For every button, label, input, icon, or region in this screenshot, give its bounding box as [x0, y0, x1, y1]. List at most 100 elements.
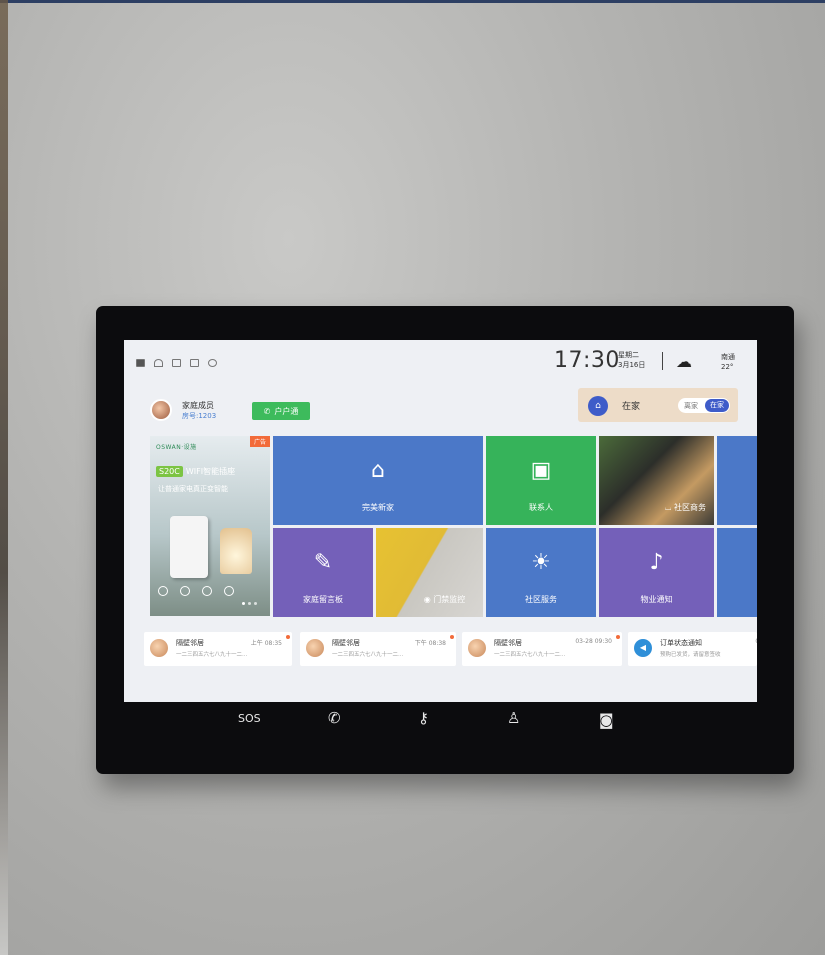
- message-avatar: [306, 639, 324, 657]
- feature-icon: [180, 586, 190, 596]
- ad-brand: OSWAN·设施: [156, 444, 197, 451]
- tile-contacts[interactable]: ▣ 联系人: [486, 436, 596, 525]
- key-icon[interactable]: ⚷: [418, 709, 429, 727]
- carousel-dots: [242, 602, 257, 605]
- phone-icon: ✆: [263, 406, 271, 416]
- lamp-image: [220, 528, 252, 574]
- weather-city: 南通: [721, 353, 735, 361]
- ad-subline: 让普通家电真正变智能: [158, 485, 228, 493]
- home-mode-toggle[interactable]: 离家 在家: [678, 398, 730, 413]
- user-name: 家庭成员: [182, 401, 214, 410]
- status-icons: [136, 359, 217, 367]
- feature-icon: [158, 586, 168, 596]
- ad-headline-row: S20C WIFI智能插座: [156, 466, 235, 477]
- speaker-icon: ◀: [634, 639, 652, 657]
- lightbulb-icon: ☀: [531, 550, 551, 575]
- message-card[interactable]: ◀ 订单状态通知 06 预购已发货，请留意签收: [628, 632, 757, 666]
- clock: 17:30: [554, 348, 620, 373]
- carousel-dot[interactable]: [254, 602, 257, 605]
- tile-label: ◉ 门禁监控: [376, 594, 483, 605]
- user-room: 房号:1203: [182, 412, 217, 420]
- sd-card-icon: [172, 359, 181, 367]
- status-divider: [662, 352, 663, 370]
- device-screen: 17:30 星期二 3月16日 ☁ 南通 22° 家庭成员 房号:1203 ✆ …: [124, 340, 757, 702]
- tile-perfect-home[interactable]: ⌂ 完美新家: [273, 436, 483, 525]
- carousel-dot[interactable]: [242, 602, 245, 605]
- message-sender: 隔壁邻居: [176, 639, 204, 647]
- tile-label: 联系人: [529, 503, 553, 512]
- ad-feature-icons: [158, 586, 234, 596]
- wall-edge: [0, 0, 8, 955]
- carousel-dot[interactable]: [248, 602, 251, 605]
- ad-tag: 广告: [249, 436, 270, 447]
- edit-note-icon: ✎: [313, 550, 333, 575]
- unread-dot: [616, 635, 620, 639]
- home-mode-panel: ⌂ 在家 离家 在家: [578, 388, 738, 422]
- message-time: 03-28 09:30: [575, 638, 612, 645]
- feature-icon: [224, 586, 234, 596]
- message-sender: 隔壁邻居: [332, 639, 360, 647]
- message-preview: 预购已发货，请留意签收: [660, 652, 721, 658]
- message-card[interactable]: 隔壁邻居 上午 08:35 一二三四五六七八九十一二...: [144, 632, 292, 666]
- message-time: 06: [755, 638, 757, 645]
- phone-icon[interactable]: ✆: [328, 709, 341, 727]
- bell-icon: ♪: [649, 550, 664, 575]
- weekday: 星期二: [618, 351, 639, 359]
- feature-icon: [202, 586, 212, 596]
- tile-community-business[interactable]: ⌴ 社区商务: [599, 436, 714, 525]
- message-time: 上午 08:35: [250, 640, 282, 647]
- basket-icon: ⌴: [665, 503, 674, 512]
- intercom-device: 17:30 星期二 3月16日 ☁ 南通 22° 家庭成员 房号:1203 ✆ …: [96, 306, 794, 774]
- unread-dot: [286, 635, 290, 639]
- tile-family-board[interactable]: ✎ 家庭留言板: [273, 528, 373, 617]
- toggle-home[interactable]: 在家: [705, 399, 729, 412]
- tile-label: 完美新家: [362, 503, 394, 512]
- top-border: [0, 0, 825, 3]
- tile-label-text: 门禁监控: [433, 595, 466, 604]
- tile-offscreen[interactable]: [717, 528, 757, 617]
- tile-label: 家庭留言板: [303, 595, 343, 604]
- storage-icon: [190, 359, 199, 367]
- message-preview: 一二三四五六七八九十一二...: [176, 652, 248, 658]
- message-card[interactable]: 隔壁邻居 03-28 09:30 一二三四五六七八九十一二...: [462, 632, 622, 666]
- smart-plug-image: [170, 516, 208, 578]
- tile-label: 物业通知: [640, 595, 673, 604]
- avatar[interactable]: [150, 399, 172, 421]
- unread-dot: [450, 635, 454, 639]
- date-block: 星期二 3月16日: [618, 350, 645, 370]
- tile-label: 社区服务: [525, 595, 557, 604]
- camera-icon[interactable]: ◙: [599, 711, 614, 729]
- partly-cloudy-icon: ☁: [676, 352, 692, 371]
- tile-property-notice[interactable]: ♪ 物业通知: [599, 528, 714, 617]
- message-card[interactable]: 隔壁邻居 下午 08:38 一二三四五六七八九十一二...: [300, 632, 456, 666]
- message-avatar: [150, 639, 168, 657]
- ad-banner[interactable]: 广告 OSWAN·设施 S20C WIFI智能插座 让普通家电真正变智能: [150, 436, 270, 616]
- message-sender: 隔壁邻居: [494, 639, 522, 647]
- tile-community-service[interactable]: ☀ 社区服务: [486, 528, 596, 617]
- tile-door-monitor[interactable]: ◉ 门禁监控: [376, 528, 483, 617]
- sos-button[interactable]: SOS: [238, 712, 261, 725]
- user-icon[interactable]: ♙: [507, 709, 520, 727]
- message-avatar: [468, 639, 486, 657]
- weather-info: 南通 22°: [721, 352, 735, 372]
- message-sender: 订单状态通知: [660, 639, 702, 647]
- ad-badge: S20C: [156, 466, 183, 477]
- ad-headline: WIFI智能插座: [185, 467, 236, 476]
- message-time: 下午 08:38: [414, 640, 446, 647]
- smart-home-icon: ⌂: [371, 458, 385, 483]
- message-preview: 一二三四五六七八九十一二...: [332, 652, 404, 658]
- toggle-away[interactable]: 离家: [684, 401, 698, 411]
- date: 3月16日: [618, 361, 646, 369]
- sofa-icon: ⌂: [588, 396, 608, 416]
- alarm-icon: [208, 359, 217, 367]
- wifi-icon: [154, 359, 163, 367]
- weather-temp: 22°: [721, 363, 734, 371]
- camera-icon: ◉: [423, 595, 434, 604]
- tile-label-text: 社区商务: [674, 503, 706, 512]
- home-mode-label: 在家: [622, 402, 641, 412]
- contact-card-icon: ▣: [530, 458, 552, 483]
- battery-icon: [136, 359, 145, 367]
- tile-label: ⌴ 社区商务: [599, 502, 714, 513]
- tile-offscreen[interactable]: [717, 436, 757, 525]
- intercom-call-button[interactable]: ✆ 户户通: [252, 402, 310, 420]
